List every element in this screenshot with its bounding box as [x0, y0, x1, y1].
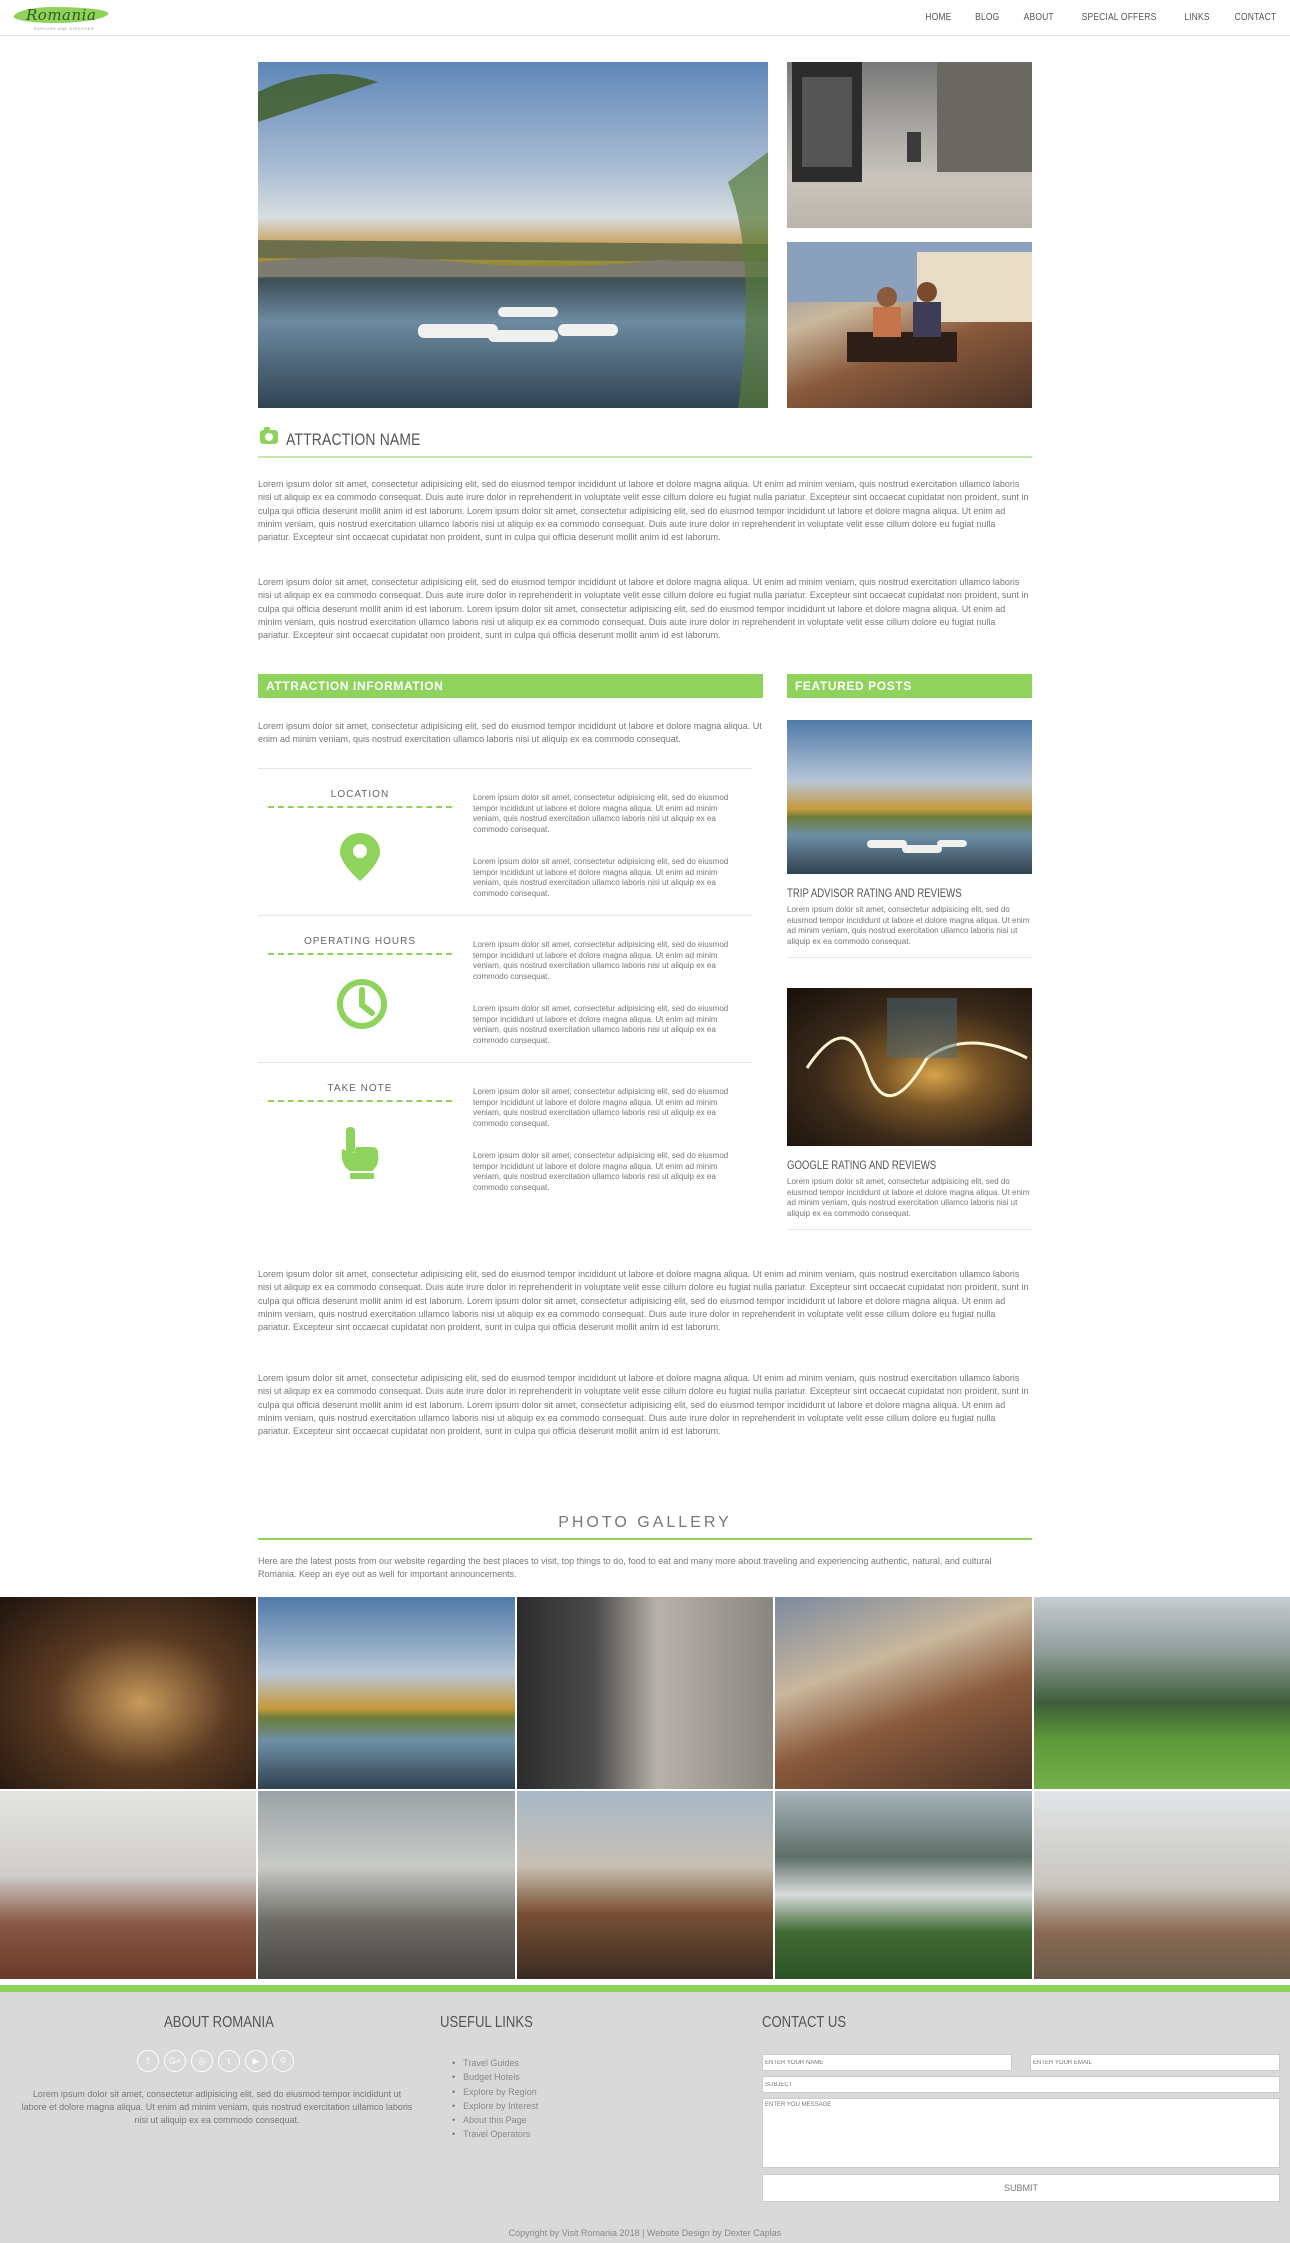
contact-us-heading: CONTACT US — [762, 2014, 847, 2031]
facebook-icon[interactable]: f — [137, 2050, 159, 2072]
useful-links-list: Travel Guides Budget Hotels Explore by R… — [452, 2056, 538, 2142]
link-explore-interest[interactable]: Explore by Interest — [452, 2099, 538, 2113]
photo-gallery-title: PHOTO GALLERY — [258, 1514, 1032, 1540]
hero-street-photo[interactable] — [787, 62, 1032, 228]
gallery-photo-street[interactable] — [516, 1597, 774, 1789]
subject-input[interactable] — [762, 2076, 1280, 2093]
hero-lake-illustration — [258, 74, 768, 408]
pointing-hand-icon — [336, 1125, 384, 1179]
site-header: Romania EXPLORE AND DISCOVER HOME BLOG A… — [0, 0, 1290, 36]
featured-post-1-text: Lorem ipsum dolor sit amet, consectetur … — [787, 905, 1032, 958]
pinterest-icon[interactable]: ⚲ — [272, 2050, 294, 2072]
youtube-icon[interactable]: ▶ — [245, 2050, 267, 2072]
email-input[interactable] — [1030, 2054, 1280, 2071]
hero-lake-photo[interactable] — [258, 62, 768, 408]
couple-illustration — [787, 242, 1032, 362]
nav-special-offers[interactable]: SPECIAL OFFERS — [1082, 12, 1157, 23]
about-romania-text: Lorem ipsum dolor sit amet, consectetur … — [21, 2089, 413, 2125]
street-illustration — [792, 62, 1032, 182]
about-romania-heading: ABOUT ROMANIA — [164, 2014, 274, 2031]
gallery-photo-lake[interactable] — [258, 1597, 515, 1789]
link-travel-guides[interactable]: Travel Guides — [452, 2056, 538, 2070]
name-input[interactable] — [762, 2054, 1012, 2071]
nav-home[interactable]: HOME — [926, 12, 952, 23]
message-textarea[interactable] — [762, 2098, 1280, 2168]
featured-light-illustration — [805, 998, 1028, 1098]
link-travel-operators[interactable]: Travel Operators — [452, 2127, 538, 2141]
featured-post-2-image[interactable] — [787, 988, 1032, 1146]
attraction-paragraph-2: Lorem ipsum dolor sit amet, consectetur … — [258, 577, 1029, 641]
site-footer: ABOUT ROMANIA f G+ ◎ t ▶ ⚲ Lorem ipsum d… — [0, 1985, 1290, 2243]
featured-lake-illustration — [867, 840, 967, 853]
note-text-1: Lorem ipsum dolor sit amet, consectetur … — [473, 1087, 729, 1128]
clock-icon — [336, 978, 387, 1030]
gallery-photo-lake-mountains[interactable] — [775, 1791, 1032, 1979]
gallery-photo-valley[interactable] — [1033, 1597, 1290, 1789]
hours-text-1: Lorem ipsum dolor sit amet, consectetur … — [473, 940, 729, 981]
featured-post-1-title[interactable]: TRIP ADVISOR RATING AND REVIEWS — [787, 886, 962, 900]
info-row-hours: OPERATING HOURS Lorem ipsum dolor sit am… — [258, 915, 752, 1062]
attraction-information-heading: ATTRACTION INFORMATION — [258, 674, 763, 698]
gallery-photo-tramway[interactable] — [258, 1791, 515, 1979]
attraction-paragraph-1: Lorem ipsum dolor sit amet, consectetur … — [258, 479, 1029, 543]
nav-contact[interactable]: CONTACT — [1235, 12, 1277, 23]
photo-gallery-intro: Here are the latest posts from our websi… — [258, 1556, 992, 1579]
info-intro: Lorem ipsum dolor sit amet, consectetur … — [258, 721, 762, 744]
photo-gallery-grid — [0, 1597, 1290, 1979]
note-text-2: Lorem ipsum dolor sit amet, consectetur … — [473, 1151, 729, 1192]
body-paragraph-1: Lorem ipsum dolor sit amet, consectetur … — [258, 1269, 1029, 1333]
logo-text: Romania — [26, 6, 97, 24]
location-text-1: Lorem ipsum dolor sit amet, consectetur … — [473, 793, 729, 834]
instagram-icon[interactable]: ◎ — [191, 2050, 213, 2072]
nav-links[interactable]: LINKS — [1184, 12, 1209, 23]
link-explore-region[interactable]: Explore by Region — [452, 2085, 538, 2099]
camera-icon — [260, 427, 278, 444]
submit-button[interactable]: SUBMIT — [762, 2174, 1280, 2202]
gallery-photo-citadel[interactable] — [1033, 1791, 1290, 1979]
gallery-photo-interior[interactable] — [0, 1597, 257, 1789]
site-logo[interactable]: Romania EXPLORE AND DISCOVER — [12, 5, 110, 31]
attraction-title: ATTRACTION NAME — [286, 430, 421, 449]
link-about-page[interactable]: About this Page — [452, 2113, 538, 2127]
featured-post-2-text: Lorem ipsum dolor sit amet, consectetur … — [787, 1177, 1032, 1230]
useful-links-heading: USEFUL LINKS — [440, 2014, 533, 2031]
gallery-photo-couple[interactable] — [775, 1597, 1032, 1789]
info-row-take-note: TAKE NOTE Lorem ipsum dolor sit amet, co… — [258, 1062, 752, 1209]
hero-old-couple-photo[interactable] — [787, 242, 1032, 408]
featured-posts-heading: FEATURED POSTS — [787, 674, 1032, 698]
operating-hours-label: OPERATING HOURS — [268, 936, 452, 955]
map-pin-icon — [336, 831, 384, 883]
google-plus-icon[interactable]: G+ — [164, 2050, 186, 2072]
featured-post-2-title[interactable]: GOOGLE RATING AND REVIEWS — [787, 1158, 936, 1172]
hours-text-2: Lorem ipsum dolor sit amet, consectetur … — [473, 1004, 729, 1045]
twitter-icon[interactable]: t — [218, 2050, 240, 2072]
body-paragraph-2: Lorem ipsum dolor sit amet, consectetur … — [258, 1373, 1029, 1437]
main-nav: HOME BLOG ABOUT SPECIAL OFFERS LINKS CON… — [904, 12, 1280, 23]
take-note-label: TAKE NOTE — [268, 1083, 452, 1102]
location-label: LOCATION — [268, 789, 452, 808]
gallery-photo-castle[interactable] — [516, 1791, 774, 1979]
attraction-title-bar: ATTRACTION NAME — [258, 427, 1032, 458]
copyright-text: Copyright by Visit Romania 2018 | Websit… — [508, 2228, 782, 2238]
social-links: f G+ ◎ t ▶ ⚲ — [137, 2050, 294, 2072]
location-text-2: Lorem ipsum dolor sit amet, consectetur … — [473, 857, 729, 898]
nav-about[interactable]: ABOUT — [1023, 12, 1053, 23]
nav-blog[interactable]: BLOG — [975, 12, 999, 23]
logo-tagline: EXPLORE AND DISCOVER — [34, 26, 95, 31]
link-budget-hotels[interactable]: Budget Hotels — [452, 2070, 538, 2084]
info-row-location: LOCATION Lorem ipsum dolor sit amet, con… — [258, 768, 752, 915]
featured-post-1-image[interactable] — [787, 720, 1032, 874]
gallery-photo-church[interactable] — [0, 1791, 257, 1979]
